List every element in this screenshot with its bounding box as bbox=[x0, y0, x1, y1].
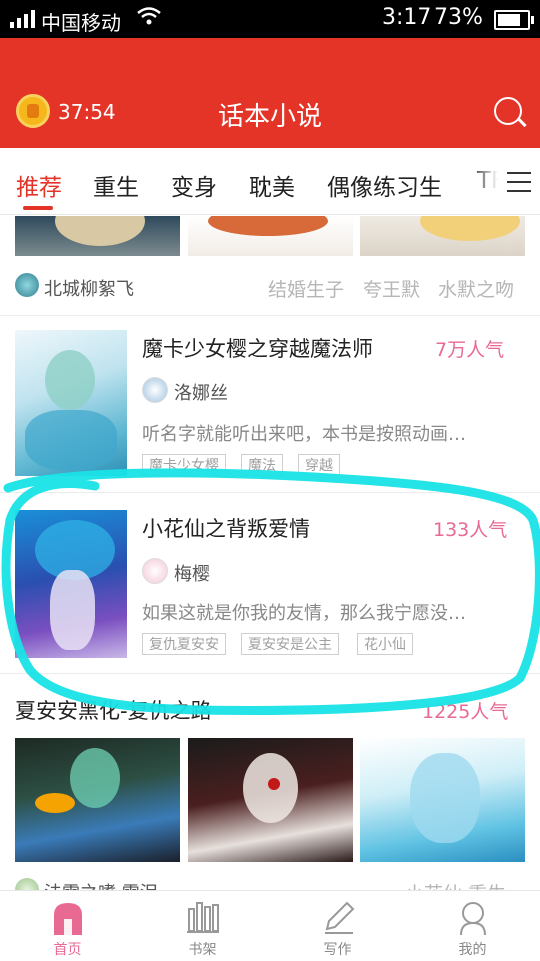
tag-link[interactable]: 结婚生子 bbox=[268, 275, 344, 302]
nav-bookshelf[interactable]: 书架 bbox=[135, 891, 270, 961]
book-cover[interactable] bbox=[15, 510, 127, 658]
profile-icon bbox=[460, 902, 486, 935]
tag-chip[interactable]: 复仇夏安安 bbox=[142, 633, 226, 655]
status-bar: 中国移动 3:17 73% bbox=[0, 0, 540, 38]
app-title: 话本小说 bbox=[217, 102, 322, 132]
cover-image[interactable] bbox=[188, 738, 353, 862]
popularity-count: 133人气 bbox=[433, 519, 508, 541]
search-icon[interactable] bbox=[494, 97, 527, 128]
status-time: 3:17 bbox=[382, 5, 432, 30]
signal-icon bbox=[10, 10, 35, 28]
active-tab-indicator bbox=[23, 206, 53, 210]
tag-chip[interactable]: 夏安安是公主 bbox=[241, 633, 339, 655]
tag-chip[interactable]: 花小仙 bbox=[357, 633, 413, 655]
pen-icon bbox=[325, 901, 355, 934]
bottom-navigation: 首页 书架 写作 我的 bbox=[0, 890, 540, 961]
nav-label: 书架 bbox=[188, 942, 217, 958]
author-name[interactable]: 洛娜丝 bbox=[174, 379, 228, 405]
tab-danmei[interactable]: 耽美 bbox=[249, 168, 295, 202]
battery-percent: 73% bbox=[434, 5, 483, 30]
nav-label: 首页 bbox=[53, 942, 82, 958]
nav-profile[interactable]: 我的 bbox=[405, 891, 540, 961]
popularity-count: 7万人气 bbox=[435, 339, 505, 361]
category-tabs: 推荐 重生 变身 耽美 偶像练习生 TF bbox=[0, 148, 540, 215]
author-avatar[interactable] bbox=[142, 377, 168, 403]
bookshelf-icon bbox=[187, 902, 219, 933]
tag-chip[interactable]: 魔卡少女樱 bbox=[142, 454, 226, 476]
nav-label: 我的 bbox=[458, 942, 487, 958]
book-title[interactable]: 小花仙之背叛爱情 bbox=[142, 513, 310, 543]
popularity-count: 1225人气 bbox=[422, 701, 509, 723]
cover-image[interactable] bbox=[15, 738, 180, 862]
nav-home[interactable]: 首页 bbox=[0, 891, 135, 961]
book-cover[interactable] bbox=[15, 330, 127, 476]
author-avatar[interactable] bbox=[142, 558, 168, 584]
cover-image[interactable] bbox=[360, 738, 525, 862]
nav-write[interactable]: 写作 bbox=[270, 891, 405, 961]
tab-idol-trainee[interactable]: 偶像练习生 bbox=[327, 168, 442, 202]
wifi-icon bbox=[136, 6, 162, 31]
tag-chip[interactable]: 魔法 bbox=[241, 454, 283, 476]
menu-icon[interactable] bbox=[507, 172, 531, 192]
cover-image[interactable] bbox=[15, 216, 180, 256]
book-title[interactable]: 魔卡少女樱之穿越魔法师 bbox=[142, 333, 373, 363]
cover-image[interactable] bbox=[360, 216, 525, 256]
collection-title[interactable]: 夏安安黑化-复仇之路 bbox=[15, 695, 212, 725]
author-name[interactable]: 北城柳絮飞 bbox=[44, 275, 134, 301]
carrier-name: 中国移动 bbox=[41, 11, 121, 35]
author-name[interactable]: 梅樱 bbox=[174, 560, 210, 586]
app-header: 37:54 话本小说 bbox=[0, 38, 540, 148]
tag-chip[interactable]: 穿越 bbox=[298, 454, 340, 476]
author-avatar[interactable] bbox=[15, 273, 39, 297]
home-icon bbox=[54, 903, 82, 935]
nav-label: 写作 bbox=[323, 942, 352, 958]
cover-image[interactable] bbox=[188, 216, 353, 256]
battery-icon bbox=[494, 10, 534, 30]
tag-link[interactable]: 夸王默 bbox=[363, 275, 420, 302]
book-description: 如果这就是你我的友情，那么我宁愿没… bbox=[142, 603, 466, 624]
tag-link[interactable]: 水默之吻 bbox=[438, 275, 514, 302]
tab-transform[interactable]: 变身 bbox=[171, 168, 217, 202]
tab-recommend[interactable]: 推荐 bbox=[16, 168, 62, 202]
tab-rebirth[interactable]: 重生 bbox=[93, 168, 139, 202]
book-description: 听名字就能听出来吧，本书是按照动画… bbox=[142, 424, 466, 445]
